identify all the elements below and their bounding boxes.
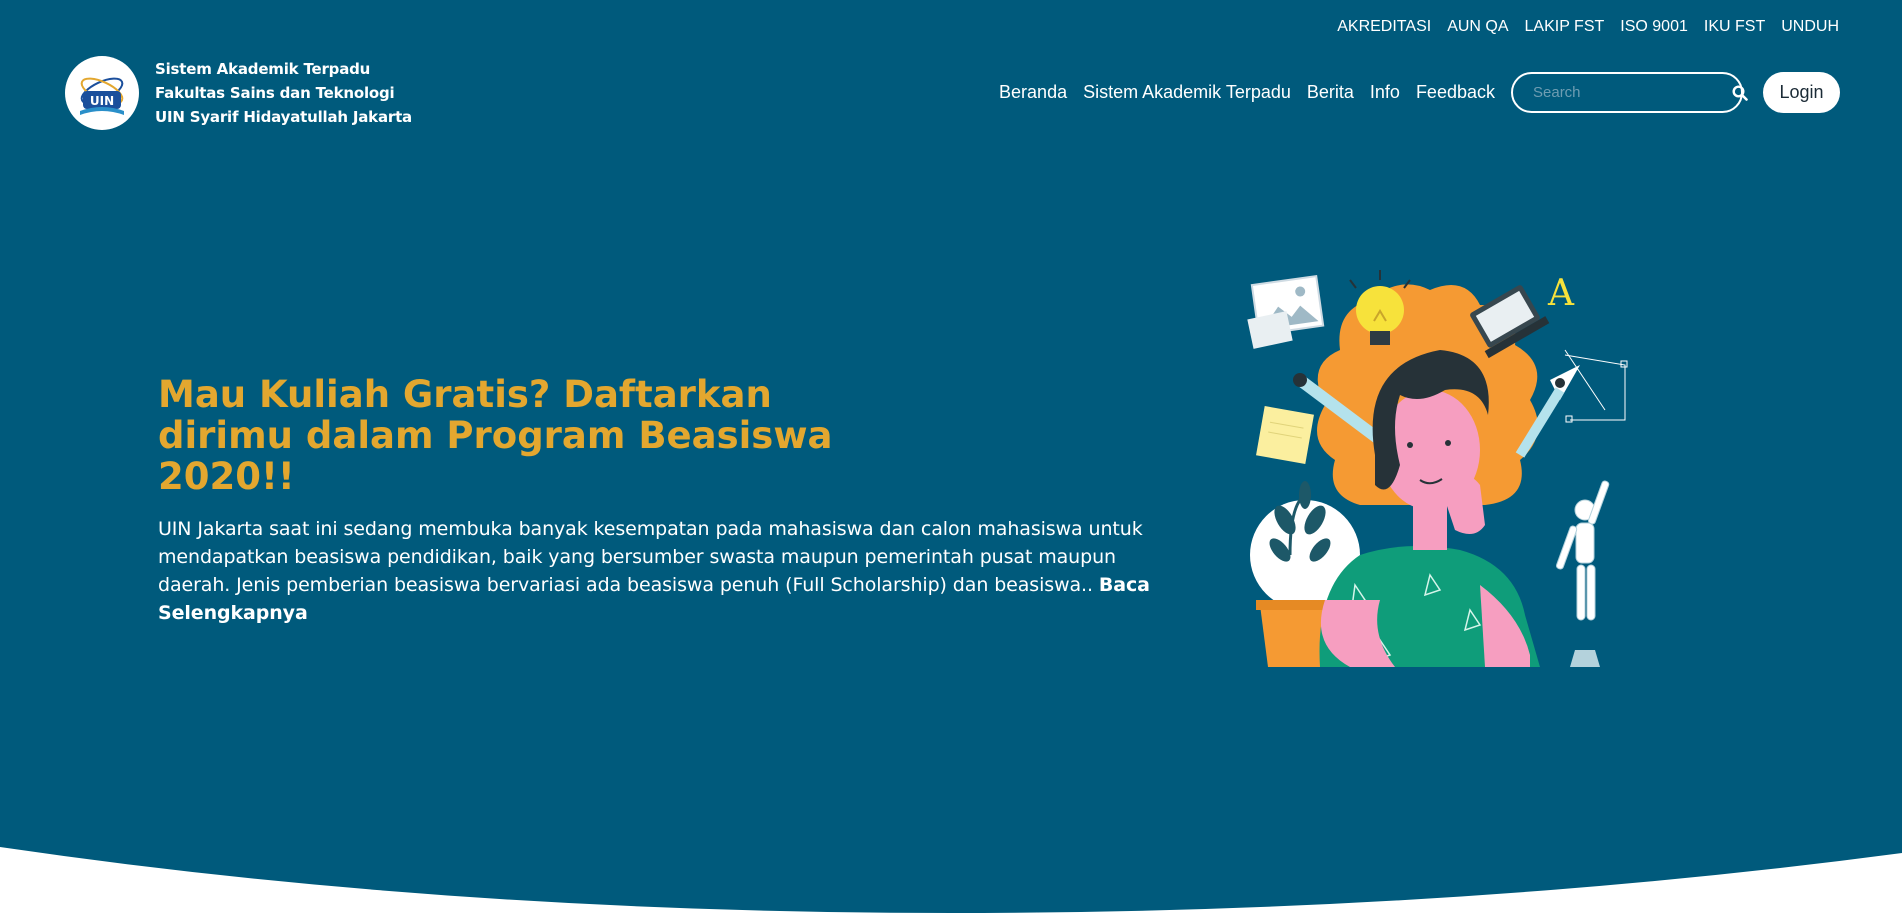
brand-line-2: Fakultas Sains dan Teknologi <box>155 84 395 102</box>
search-input[interactable] <box>1533 84 1732 101</box>
top-link-akreditasi[interactable]: AKREDITASI <box>1337 18 1431 36</box>
top-link-aun-qa[interactable]: AUN QA <box>1447 18 1508 36</box>
top-utility-links: AKREDITASI AUN QA LAKIP FST ISO 9001 IKU… <box>1337 18 1839 36</box>
nav-item-info[interactable]: Info <box>1370 82 1400 103</box>
hero-illustration: A <box>1230 255 1640 680</box>
brand-home-link[interactable]: UIN Sistem Akademik Terpadu Fakultas Sai… <box>65 56 412 130</box>
hero-description: UIN Jakarta saat ini sedang membuka bany… <box>158 515 1168 627</box>
uin-logo-icon: UIN <box>65 56 139 130</box>
brand-line-1: Sistem Akademik Terpadu <box>155 60 371 78</box>
hero-description-text: UIN Jakarta saat ini sedang membuka bany… <box>158 518 1143 596</box>
login-button[interactable]: Login <box>1763 72 1840 113</box>
svg-text:UIN: UIN <box>90 94 114 108</box>
nav-item-sistem-akademik-terpadu[interactable]: Sistem Akademik Terpadu <box>1083 82 1291 103</box>
hero-section: Mau Kuliah Gratis? Daftarkan dirimu dala… <box>158 374 1168 627</box>
nav-item-berita[interactable]: Berita <box>1307 82 1354 103</box>
top-link-iso-9001[interactable]: ISO 9001 <box>1620 18 1688 36</box>
main-navigation: Beranda Sistem Akademik Terpadu Berita I… <box>999 72 1840 113</box>
brand-text: Sistem Akademik Terpadu Fakultas Sains d… <box>155 57 412 129</box>
svg-text:A: A <box>1547 273 1575 314</box>
top-link-iku-fst[interactable]: IKU FST <box>1704 18 1765 36</box>
nav-item-feedback[interactable]: Feedback <box>1416 82 1495 103</box>
top-link-lakip-fst[interactable]: LAKIP FST <box>1525 18 1605 36</box>
bottom-wave-shape <box>0 847 1902 913</box>
nav-item-beranda[interactable]: Beranda <box>999 82 1067 103</box>
brand-line-3: UIN Syarif Hidayatullah Jakarta <box>155 108 412 126</box>
nav-links: Beranda Sistem Akademik Terpadu Berita I… <box>999 82 1495 103</box>
search-box <box>1511 72 1748 113</box>
hero-title: Mau Kuliah Gratis? Daftarkan dirimu dala… <box>158 373 833 498</box>
top-link-unduh[interactable]: UNDUH <box>1781 18 1839 36</box>
search-icon[interactable] <box>1732 84 1748 101</box>
